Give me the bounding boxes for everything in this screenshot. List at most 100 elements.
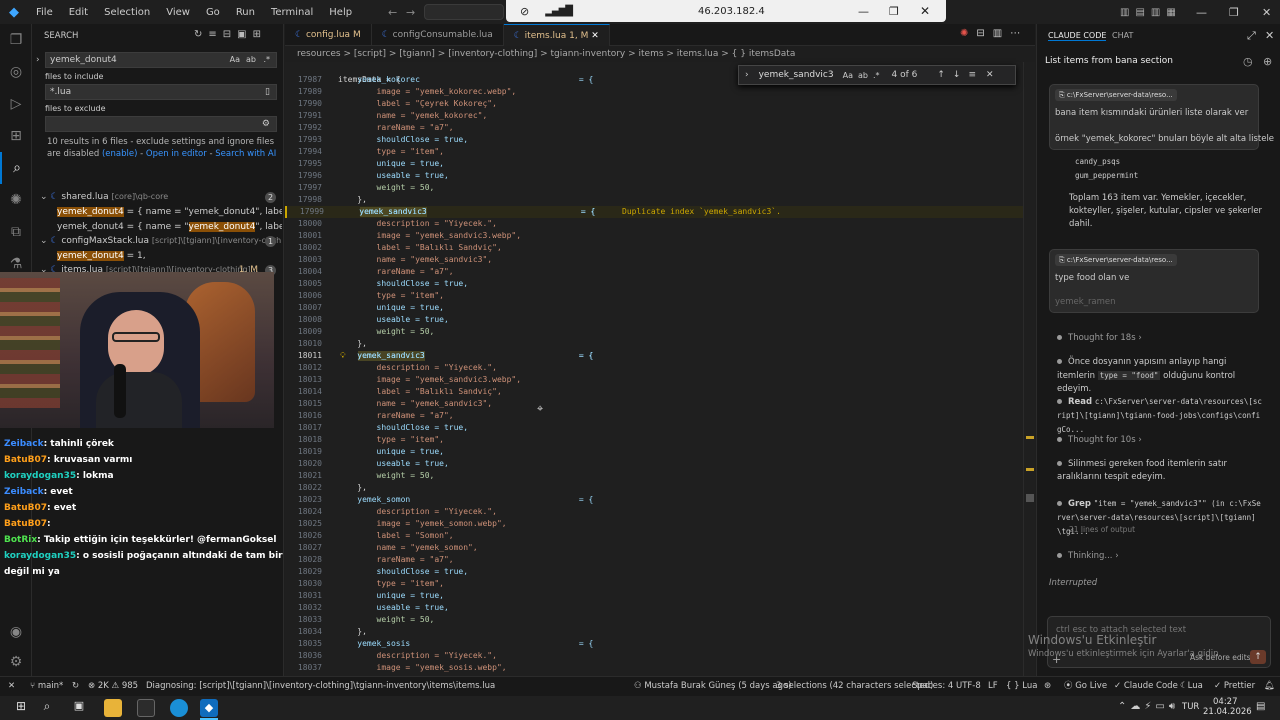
chat-username[interactable]: Zeiback [4,487,44,497]
open-in-editor-link[interactable]: Open in editor [146,149,207,159]
menu-run[interactable]: Run [228,7,263,18]
files-exclude-input[interactable]: ⚙ [45,116,277,132]
thought-2[interactable]: Thought for 10s › [1057,434,1142,447]
regex-icon[interactable]: .* [263,53,270,67]
extensions-badge-icon[interactable]: ◎ [0,56,32,88]
breadcrumb[interactable]: resources > [script] > [tgiann] > [inven… [285,46,1035,62]
result-file[interactable]: ⌄ ☾ configMaxStack.lua [script]\[tgiann]… [32,234,282,248]
encoding[interactable]: UTF-8 [956,677,981,696]
send-button[interactable]: ↑ [1250,650,1266,664]
copilot-icon[interactable]: ⊛ [1044,677,1051,696]
attach-icon[interactable]: + [1052,653,1061,666]
menu-view[interactable]: View [158,7,198,18]
tab-config-lua[interactable]: ☾ config.lua M [285,24,372,46]
book-icon[interactable]: ▯ [265,85,270,99]
restore-remote-icon[interactable]: ❐ [889,5,899,18]
clock-date[interactable]: 21.04.2026 [1203,707,1252,717]
file-explorer-icon[interactable] [104,699,122,717]
selection-info[interactable]: 3 selections (42 characters selected) [776,677,933,696]
expand-icon[interactable]: ⤢ [1247,29,1256,43]
close-tab-icon[interactable]: ✕ [591,31,599,41]
vscode-taskbar-icon[interactable]: ◆ [200,699,218,717]
account-icon[interactable]: ◉ [0,616,32,648]
claude-code-status[interactable]: ✓ Claude Code [1114,677,1178,696]
chat-username[interactable]: koraydogan35 [4,471,76,481]
chat-input-box[interactable]: ctrl esc to attach selected text Windows… [1028,616,1271,668]
search-icon[interactable]: ⌕ [0,152,32,184]
lua-status[interactable]: ☾Lua [1180,677,1203,696]
search-with-ai-link[interactable]: Search with AI [215,149,276,159]
remote-explorer-icon[interactable]: ⧉ [0,216,32,248]
tab-items-lua[interactable]: ☾ items.lua 1, M ✕ [503,24,610,46]
match-case-icon[interactable]: Aa [230,53,240,67]
lightbulb-icon[interactable]: 💡︎ [340,350,346,362]
explorer-icon[interactable]: ❐ [0,24,32,56]
notifications-icon[interactable]: 🔔︎ [1264,677,1275,696]
menu-selection[interactable]: Selection [96,7,158,18]
settings-toggle-icon[interactable]: ⚙ [262,117,270,131]
branch-indicator[interactable]: ⑂ main* [30,677,63,696]
git-blame[interactable]: ⚇ Mustafa Burak Güneş (5 days ago) [634,677,792,696]
menu-go[interactable]: Go [198,7,228,18]
find-in-selection-icon[interactable]: ≡ [968,70,976,80]
tray-icons[interactable]: ⌃☁⚡▭🔊︎ [1118,701,1179,712]
match-case-toggle[interactable]: Aa [843,71,853,80]
search-input[interactable]: yemek_donut4 Aa ab .* [45,52,277,68]
whole-word-icon[interactable]: ab [246,53,256,67]
next-match-icon[interactable]: ↓ [953,70,961,80]
thought-1[interactable]: Thought for 18s › [1057,332,1142,345]
manage-icon[interactable]: ⚙ [0,646,32,678]
grep-output[interactable]: 21 lines of output [1069,525,1135,534]
no-connection-icon[interactable]: ⊘ [520,5,529,18]
indentation[interactable]: Spaces: 4 [912,677,953,696]
close-panel-icon[interactable]: ✕ [1265,29,1274,42]
problems-indicator[interactable]: ⊗ 2K ⚠ 985 [88,677,138,696]
terminal-icon[interactable] [137,699,155,717]
language-mode[interactable]: { } Lua [1006,677,1037,696]
window-minimize-icon[interactable]: — [1196,6,1207,19]
menu-help[interactable]: Help [321,7,360,18]
whole-word-toggle[interactable]: ab [858,71,868,80]
eol[interactable]: LF [988,677,998,696]
result-file[interactable]: ⌄ ☾ shared.lua [core]\qb-core 2 [32,190,282,204]
chat-username[interactable]: koraydogan35 [4,551,76,561]
close-remote-icon[interactable]: ✕ [920,4,930,18]
regex-toggle-icon[interactable]: .* [873,71,880,80]
taskbar-search-icon[interactable]: ⌕ [38,699,56,717]
menu-terminal[interactable]: Terminal [263,7,321,18]
prev-match-icon[interactable]: ↑ [937,70,945,80]
task-view-icon[interactable]: ▣ [70,699,88,717]
sync-icon[interactable]: ↻ [72,677,79,696]
clock-time[interactable]: 04:27 [1213,697,1238,707]
run-debug-icon[interactable]: ▷ [0,88,32,120]
notification-center-icon[interactable]: ▤ [1256,701,1265,712]
new-session-icon[interactable]: ⊕ [1263,55,1272,68]
tab-chat[interactable]: CHAT [1112,31,1133,40]
edge-icon[interactable] [170,699,188,717]
toggle-replace-icon[interactable]: › [36,55,40,65]
extensions-icon[interactable]: ⊞ [0,120,32,152]
close-find-icon[interactable]: ✕ [986,70,994,80]
chat-username[interactable]: BotRix [4,535,37,545]
tab-claude-code[interactable]: CLAUDE CODE [1048,31,1107,41]
menu-edit[interactable]: Edit [61,7,96,18]
chat-username[interactable]: BatuB07 [4,519,47,529]
find-input[interactable]: yemek_sandvic3 [759,70,839,80]
menu-file[interactable]: File [28,7,61,18]
chat-username[interactable]: Zeiback [4,439,44,449]
window-maximize-icon[interactable]: ❐ [1229,6,1239,19]
prettier-status[interactable]: ✓ Prettier [1214,677,1255,696]
remote-indicator-icon[interactable]: ✕ [8,677,15,696]
start-icon[interactable]: ⊞ [12,699,30,717]
ask-before-edits[interactable]: Ask before edits [1190,653,1251,662]
command-center[interactable] [424,4,504,20]
nav-forward-icon[interactable]: → [406,6,415,19]
result-match[interactable]: yemek_donut4 = { name = "yemek_donut4", … [32,220,282,234]
code-editor[interactable]: itemsData = { 17987 yemek_kokorec = {179… [285,62,1035,676]
chat-username[interactable]: BatuB07 [4,455,47,465]
input-language[interactable]: TUR [1182,702,1199,712]
history-icon[interactable]: ◷ [1243,55,1253,68]
chat-username[interactable]: BatuB07 [4,503,47,513]
enable-link[interactable]: (enable) [102,149,137,159]
go-live[interactable]: ⦿ Go Live [1064,677,1107,696]
